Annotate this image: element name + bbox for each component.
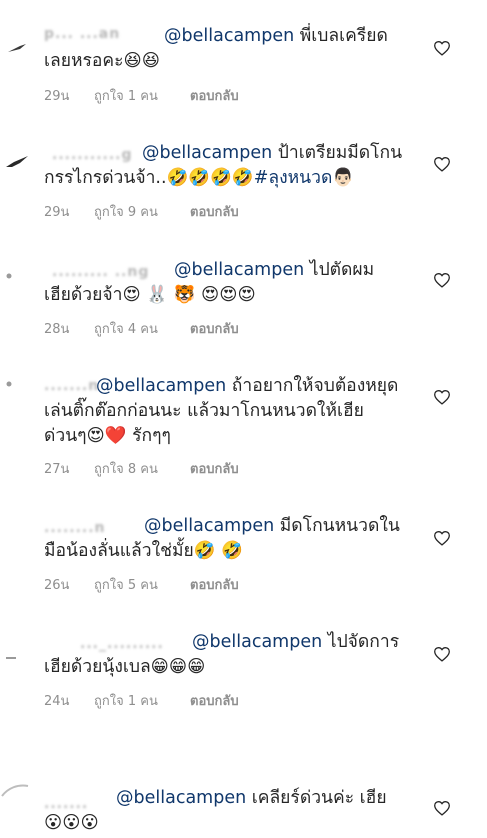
comment-line: ไปตัดผม <box>309 260 375 280</box>
likes-count-link[interactable]: ถูกใจ 1 คน <box>94 690 190 711</box>
mention-link[interactable]: @bellacampen <box>164 26 294 46</box>
hashtag-link[interactable]: #ลุงหนวด <box>254 168 333 188</box>
comment-line: เล่นติ๊กต๊อกก่อนนะ แล้วมาโกนหนวดให้เฮีย <box>44 401 364 421</box>
comment-meta: 29น ถูกใจ 9 คน ตอบกลับ <box>44 201 239 222</box>
comment-meta: 24น ถูกใจ 1 คน ตอบกลับ <box>44 690 239 711</box>
comment-meta: 27น ถูกใจ 8 คน ตอบกลับ <box>44 458 239 479</box>
likes-count-link[interactable]: ถูกใจ 4 คน <box>94 318 190 339</box>
comments-list: p... ...an @bellacampen พี่เบลเครียด เลย… <box>0 0 487 838</box>
likes-count-link[interactable]: ถูกใจ 8 คน <box>94 458 190 479</box>
comment-text: @bellacampen เคลียร์ด่วนค่ะ เฮีย 😮😮😮 <box>44 786 427 836</box>
comment-text: @bellacampen ไปตัดผม เฮียด้วยจ้า😍 🐰 🐯 😍😍… <box>44 258 427 308</box>
comment-line: พี่เบลเครียด <box>299 26 388 46</box>
reply-button[interactable]: ตอบกลับ <box>190 458 239 479</box>
likes-count-link[interactable]: ถูกใจ 9 คน <box>94 201 190 222</box>
comment-time: 27น <box>44 462 70 477</box>
comment-line-text: กรรไกรด่วนจ้า..🤣🤣🤣🤣 <box>44 168 254 188</box>
comment-time: 28น <box>44 322 70 337</box>
comment-meta: 29น ถูกใจ 1 คน ตอบกลับ <box>44 85 239 106</box>
avatar-icon[interactable] <box>4 272 26 286</box>
heart-outline-icon[interactable] <box>433 530 453 548</box>
comment-text: @bellacampen มีดโกนหนวดใน มือน้องลั่นแล้… <box>44 514 427 564</box>
reply-button[interactable]: ตอบกลับ <box>190 318 239 339</box>
comment-line: กรรไกรด่วนจ้า..🤣🤣🤣🤣#ลุงหนวด👨🏻 <box>44 166 427 191</box>
comment-line: เคลียร์ด่วนค่ะ เฮีย <box>251 788 387 808</box>
avatar-icon[interactable] <box>4 380 26 394</box>
reply-button[interactable]: ตอบกลับ <box>190 690 239 711</box>
mention-link[interactable]: @bellacampen <box>174 260 304 280</box>
comment-text: @bellacampen ถ้าอยากให้จบต้องหยุด เล่นติ… <box>44 374 427 449</box>
heart-outline-icon[interactable] <box>433 156 453 174</box>
comment-line: ไปจัดการ <box>327 632 400 652</box>
comment-meta: 26น ถูกใจ 5 คน ตอบกลับ <box>44 574 239 595</box>
comment-line: เฮียด้วยนุ้งเบล😁😁😁 <box>44 657 206 677</box>
heart-outline-icon[interactable] <box>433 800 453 818</box>
mention-link[interactable]: @bellacampen <box>142 143 272 163</box>
avatar-icon[interactable] <box>4 654 26 668</box>
heart-outline-icon[interactable] <box>433 272 453 290</box>
comment-line: ป้าเตรียมมีดโกน <box>277 143 403 163</box>
comment-line: 😮😮😮 <box>44 813 99 833</box>
heart-outline-icon[interactable] <box>433 40 453 58</box>
heart-outline-icon[interactable] <box>433 389 453 407</box>
mention-link[interactable]: @bellacampen <box>192 632 322 652</box>
reply-button[interactable]: ตอบกลับ <box>190 85 239 106</box>
comment-line: เลยหรอคะ😆😆 <box>44 51 160 71</box>
heart-outline-icon[interactable] <box>433 646 453 664</box>
emoji: 👨🏻 <box>332 168 355 188</box>
reply-button[interactable]: ตอบกลับ <box>190 201 239 222</box>
comment-time: 26น <box>44 578 70 593</box>
comment-text: @bellacampen พี่เบลเครียด เลยหรอคะ😆😆 <box>44 24 427 74</box>
comment-time: 24น <box>44 694 70 709</box>
mention-link[interactable]: @bellacampen <box>96 376 226 396</box>
mention-link[interactable]: @bellacampen <box>116 788 246 808</box>
comment-time: 29น <box>44 205 70 220</box>
comment-text: @bellacampen ไปจัดการ เฮียด้วยนุ้งเบล😁😁😁 <box>44 630 427 680</box>
mention-link[interactable]: @bellacampen <box>144 516 274 536</box>
avatar-icon[interactable] <box>0 780 29 797</box>
reply-button[interactable]: ตอบกลับ <box>190 574 239 595</box>
comment-text: @bellacampen ป้าเตรียมมีดโกน กรรไกรด่วนจ… <box>44 141 427 191</box>
likes-count-link[interactable]: ถูกใจ 1 คน <box>94 85 190 106</box>
comment-line: เฮียด้วยจ้า😍 🐰 🐯 😍😍😍 <box>44 285 256 305</box>
comment-time: 29น <box>44 89 70 104</box>
likes-count-link[interactable]: ถูกใจ 5 คน <box>94 574 190 595</box>
avatar-icon[interactable] <box>6 42 28 56</box>
comment-line: ถ้าอยากให้จบต้องหยุด <box>231 376 399 396</box>
comment-line: มีดโกนหนวดใน <box>279 516 400 536</box>
comment-line: มือน้องลั่นแล้วใช่มั้ย🤣 🤣 <box>44 541 243 561</box>
avatar-icon[interactable] <box>4 155 28 169</box>
comment-line: ด่วนๆ😍❤️ รักๆๆ <box>44 426 171 446</box>
comment-meta: 28น ถูกใจ 4 คน ตอบกลับ <box>44 318 239 339</box>
